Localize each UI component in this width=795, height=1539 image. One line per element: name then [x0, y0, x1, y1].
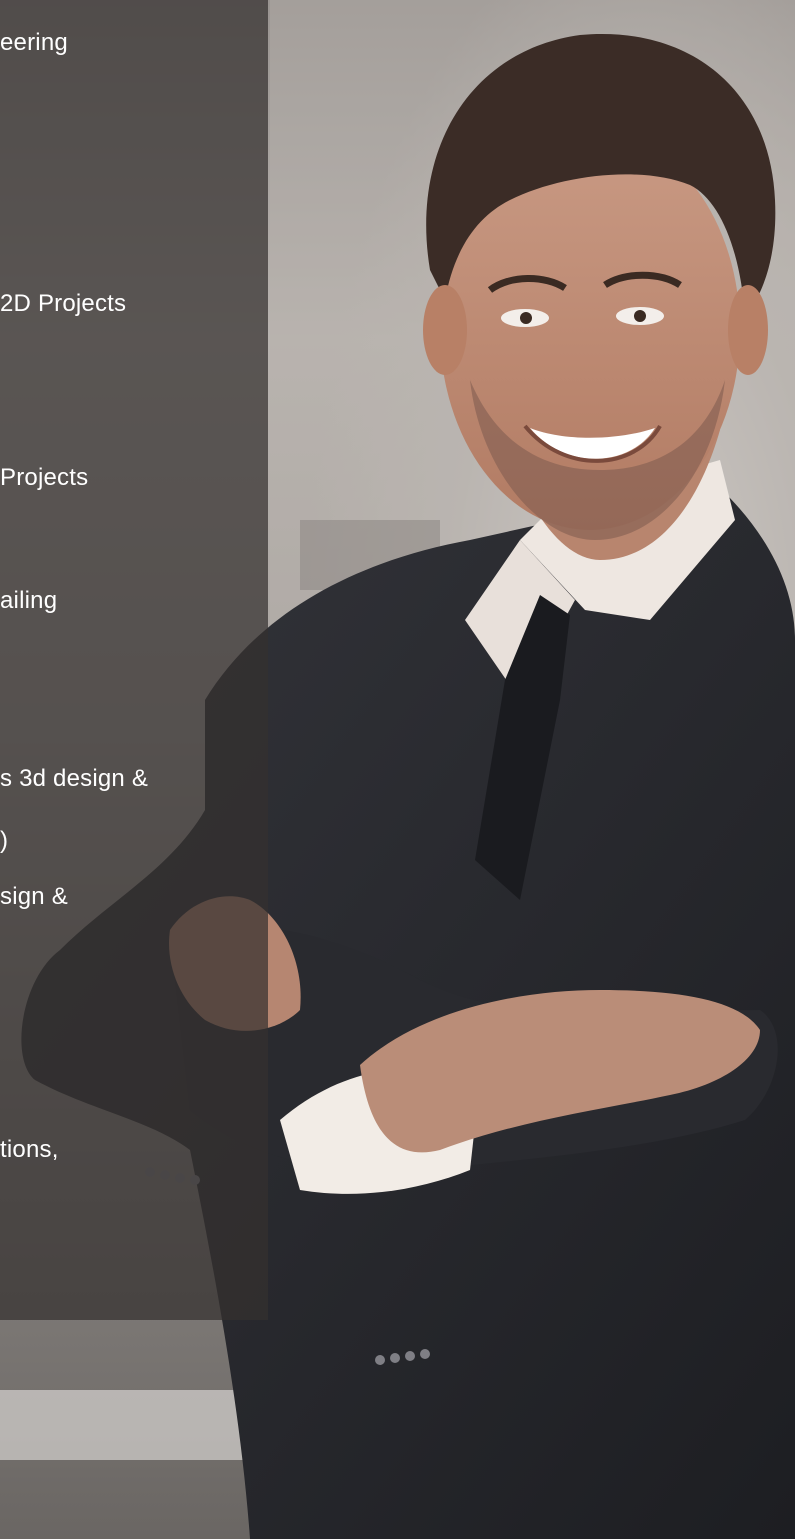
- services-overlay-panel: [0, 0, 268, 1320]
- service-line-1: eering: [0, 29, 68, 56]
- service-line-5: s 3d design &: [0, 765, 149, 792]
- service-line-6: ): [0, 827, 9, 854]
- service-line-7: sign &: [0, 883, 68, 910]
- service-line-2: 2D Projects: [0, 290, 127, 317]
- service-line-4: ailing: [0, 587, 58, 614]
- service-line-3: Projects: [0, 464, 89, 491]
- service-line-8: tions,: [0, 1136, 59, 1163]
